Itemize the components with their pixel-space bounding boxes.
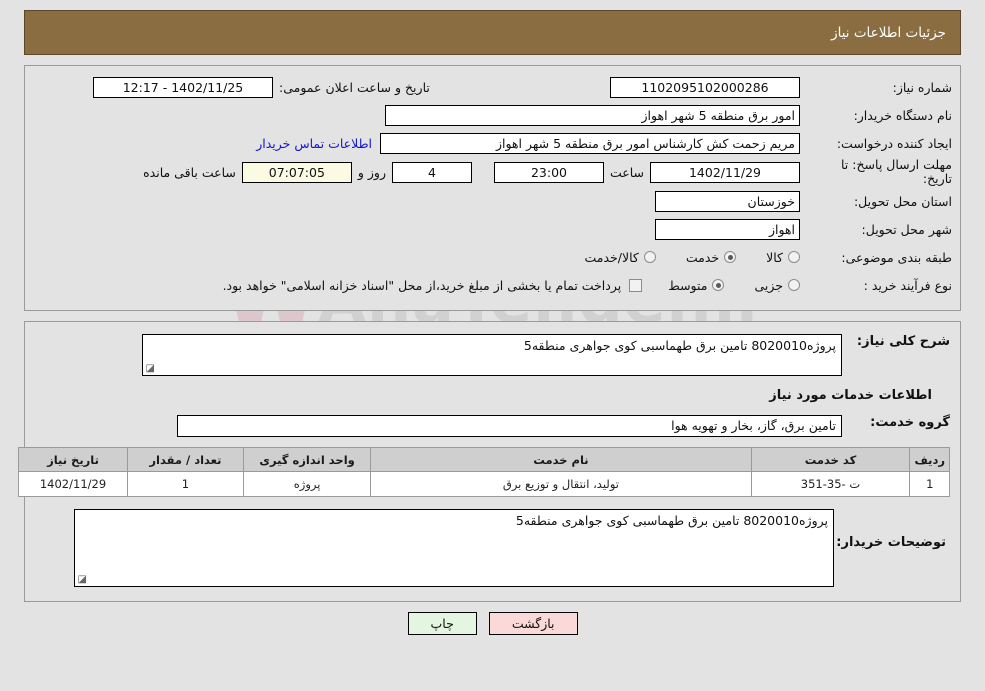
category-option-khedmat[interactable]: خدمت: [685, 249, 737, 265]
deadline-date-value: 1402/11/29: [650, 161, 800, 183]
buyer-notes-textarea[interactable]: پروژه8020010 تامین برق طهماسبی کوی جواهر…: [74, 509, 834, 587]
row-creator: ایجاد کننده درخواست: مریم زحمت کش کارشنا…: [33, 130, 952, 156]
row-service-group: گروه خدمت: تامین برق، گاز، بخار و تهویه …: [35, 415, 950, 437]
col-header-unit: واحد اندازه گیری: [242, 447, 372, 472]
deadline-hour-value: 23:00: [493, 161, 604, 183]
category-option-kala[interactable]: کالا: [766, 250, 800, 265]
process-option-jozii-label: جزیی: [754, 277, 783, 293]
service-group-value: تامین برق، گاز، بخار و تهویه هوا: [177, 415, 842, 437]
process-option-jozii[interactable]: جزیی: [754, 278, 800, 293]
cell-unit: پروژه: [242, 471, 372, 497]
process-option-motavaset[interactable]: متوسط: [668, 277, 725, 293]
city-label: شهر محل تحویل:: [861, 221, 952, 237]
deadline-label: مهلت ارسال پاسخ: تا تاریخ:: [841, 157, 952, 186]
notes-resize-handle-icon[interactable]: ◪: [77, 575, 87, 585]
general-description-textarea[interactable]: پروژه8020010 تامین برق طهماسبی کوی جواهر…: [142, 334, 842, 376]
process-type-label: نوع فرآیند خرید :: [863, 277, 952, 293]
buyer-notes-value: پروژه8020010 تامین برق طهماسبی کوی جواهر…: [515, 513, 828, 528]
city-value: اهواز: [655, 218, 800, 240]
radio-icon-motavaset-selected[interactable]: [712, 279, 725, 291]
cell-quantity: 1: [127, 471, 244, 497]
cell-need-date: 1402/11/29: [17, 471, 129, 497]
buyer-org-label: نام دستگاه خریدار:: [853, 107, 952, 123]
print-button[interactable]: چاپ: [407, 612, 477, 635]
radio-icon-jozii[interactable]: [788, 279, 800, 291]
need-number-label: شماره نیاز:: [892, 79, 952, 95]
buyer-contact-link[interactable]: اطلاعات تماس خریدار: [248, 136, 380, 151]
col-header-service-name: نام خدمت: [370, 447, 752, 472]
province-label: استان محل تحویل:: [853, 193, 952, 209]
page-title: جزئیات اطلاعات نیاز: [831, 24, 946, 41]
footer-actions: بازگشت چاپ: [0, 612, 985, 635]
need-number-value: 1102095102000286: [610, 76, 800, 98]
radio-icon-kala-khedmat[interactable]: [643, 251, 656, 263]
services-table: ردیف کد خدمت نام خدمت واحد اندازه گیری ت…: [17, 447, 950, 497]
category-radio-group: کالا خدمت کالا/خدمت: [558, 250, 800, 265]
treasury-documents-checkbox[interactable]: [629, 278, 643, 292]
buyer-notes-label: توضیحات خریدار:: [836, 535, 946, 550]
public-announce-value: 1402/11/25 - 12:17: [93, 76, 273, 98]
col-header-quantity: تعداد / مقدار: [127, 447, 244, 472]
need-summary-panel: شماره نیاز: 1102095102000286 تاریخ و ساع…: [24, 65, 961, 311]
treasury-note-text: پرداخت تمام یا بخشی از مبلغ خرید،از محل …: [222, 277, 622, 293]
radio-icon-kala[interactable]: [788, 251, 800, 263]
remaining-days-value: 4: [391, 161, 472, 183]
general-description-label: شرح کلی نیاز:: [856, 334, 950, 349]
countdown-timer-value: 07:07:05: [241, 161, 352, 183]
general-description-value: پروژه8020010 تامین برق طهماسبی کوی جواهر…: [523, 338, 836, 353]
page-title-bar: جزئیات اطلاعات نیاز: [24, 10, 961, 55]
public-announce-label: تاریخ و ساعت اعلان عمومی:: [279, 79, 430, 95]
deadline-hour-label: ساعت: [609, 164, 644, 180]
row-buyer-org: نام دستگاه خریدار: امور برق منطقه 5 شهر …: [33, 102, 952, 128]
table-row: 1 ت -35-351 تولید، انتقال و توزیع برق پر…: [17, 471, 950, 497]
creator-value: مریم زحمت کش کارشناس امور برق منطقه 5 شه…: [380, 132, 800, 154]
category-option-kala-label: کالا: [766, 249, 783, 265]
category-label: طبقه بندی موضوعی:: [841, 249, 952, 265]
creator-label: ایجاد کننده درخواست:: [836, 135, 952, 151]
radio-icon-khedmat-selected[interactable]: [724, 251, 737, 263]
remaining-days-label: روز و: [357, 164, 386, 180]
service-group-label: گروه خدمت:: [870, 415, 950, 430]
cell-service-code: ت -35-351: [750, 471, 911, 497]
row-need-number: شماره نیاز: 1102095102000286 تاریخ و ساع…: [33, 74, 952, 100]
row-buyer-notes: توضیحات خریدار: پروژه8020010 تامین برق ط…: [35, 509, 950, 587]
table-header-row: ردیف کد خدمت نام خدمت واحد اندازه گیری ت…: [17, 447, 950, 472]
services-section-title: اطلاعات خدمات مورد نیاز: [769, 388, 932, 403]
col-header-need-date: تاریخ نیاز: [17, 447, 129, 472]
row-city: شهر محل تحویل: اهواز: [33, 216, 952, 242]
countdown-timer-label: ساعت باقی مانده: [143, 164, 236, 180]
category-option-kala-khedmat[interactable]: کالا/خدمت: [584, 249, 656, 265]
page-root: جزئیات اطلاعات نیاز شماره نیاز: 11020951…: [0, 10, 985, 635]
need-details-panel: شرح کلی نیاز: پروژه8020010 تامین برق طهم…: [17, 321, 961, 602]
col-header-radif: ردیف: [909, 447, 950, 472]
category-option-kala-khedmat-label: کالا/خدمت: [584, 249, 639, 265]
buyer-org-value: امور برق منطقه 5 شهر اهواز: [385, 104, 800, 126]
row-general-description: شرح کلی نیاز: پروژه8020010 تامین برق طهم…: [35, 334, 950, 376]
back-button[interactable]: بازگشت: [488, 612, 578, 635]
resize-handle-icon[interactable]: ◪: [145, 364, 155, 374]
process-radio-group: جزیی متوسط: [642, 278, 800, 293]
row-process-type: نوع فرآیند خرید : جزیی متوسط پرداخت تمام…: [33, 272, 952, 298]
province-value: خوزستان: [655, 190, 800, 212]
cell-radif: 1: [909, 471, 950, 497]
row-deadline: مهلت ارسال پاسخ: تا تاریخ: 1402/11/29 سا…: [33, 158, 952, 186]
col-header-service-code: کد خدمت: [750, 447, 911, 472]
process-option-motavaset-label: متوسط: [668, 277, 708, 293]
cell-service-name: تولید، انتقال و توزیع برق: [370, 471, 752, 497]
row-province: استان محل تحویل: خوزستان: [33, 188, 952, 214]
row-category: طبقه بندی موضوعی: کالا خدمت کالا/خدمت: [33, 244, 952, 270]
category-option-khedmat-label: خدمت: [685, 249, 720, 265]
